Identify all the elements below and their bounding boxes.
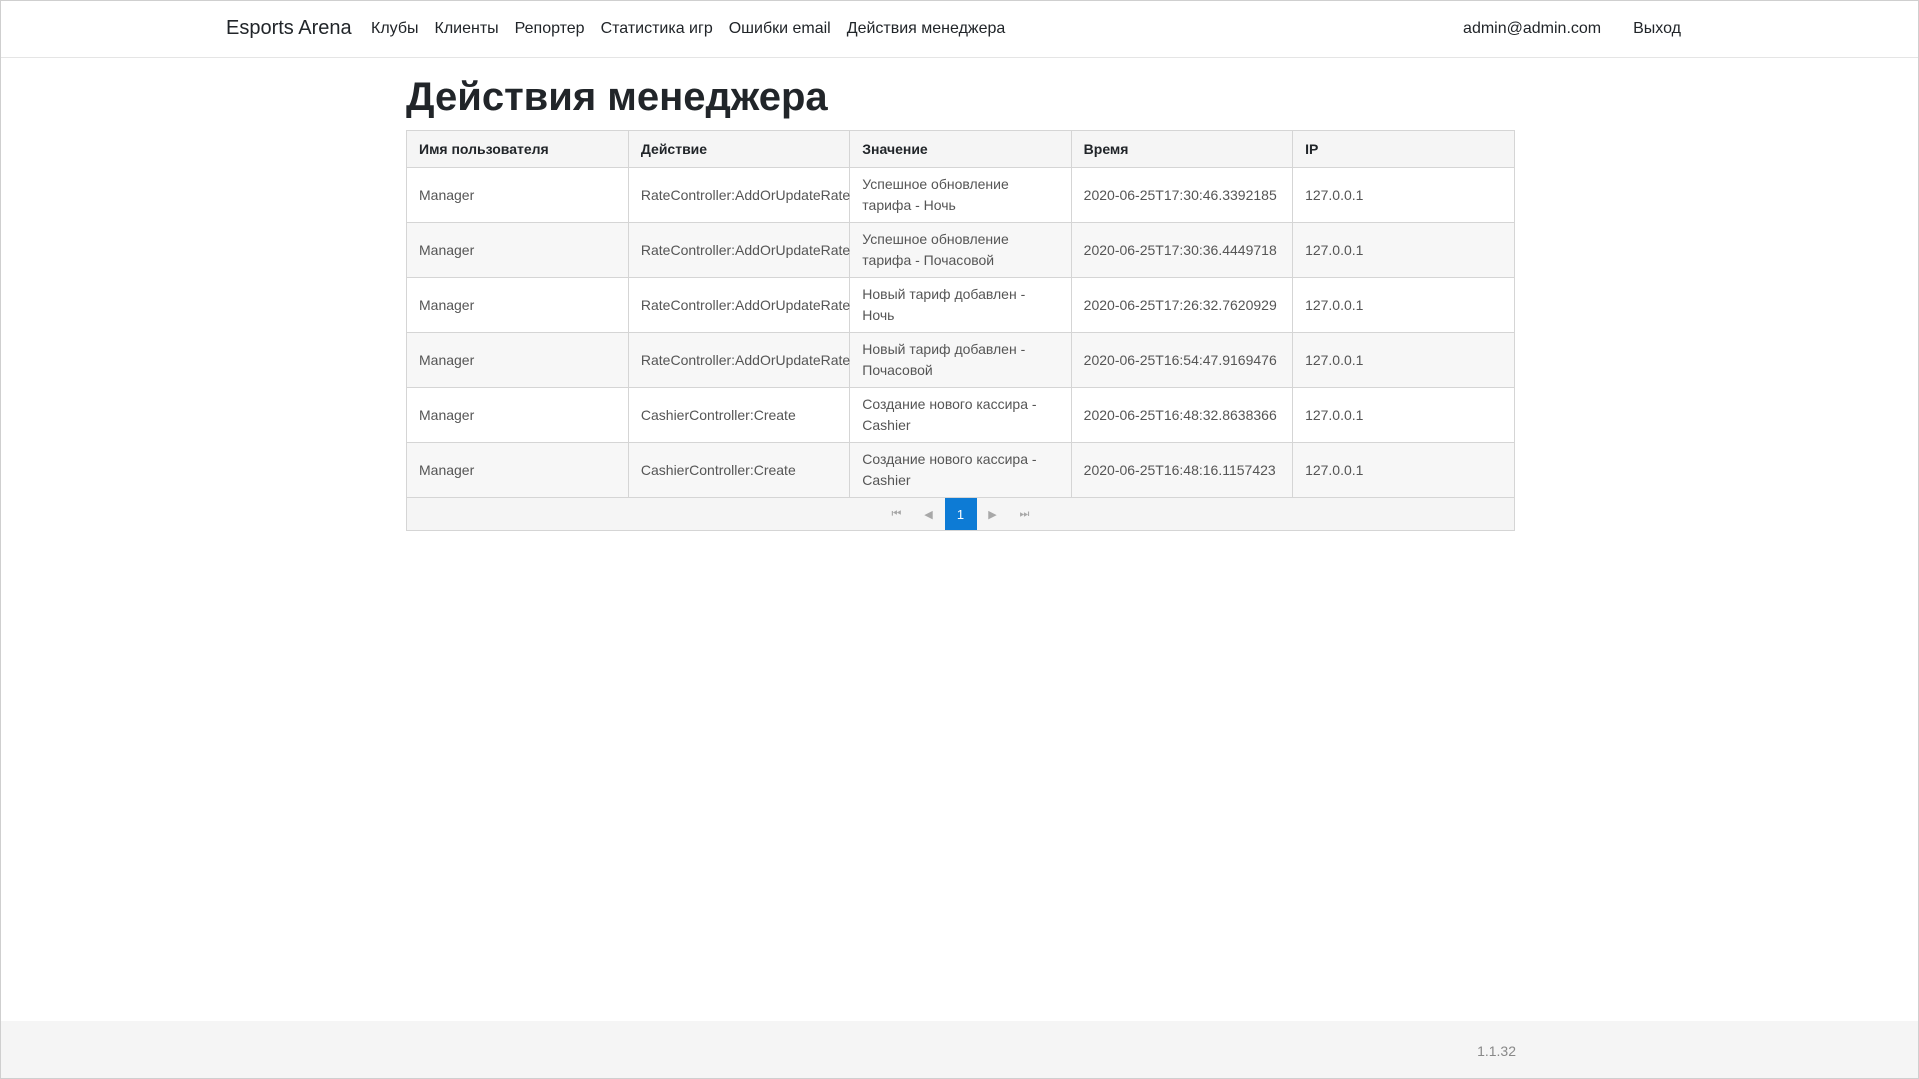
- actions-table: Имя пользователя Действие Значение Время…: [407, 131, 1514, 498]
- cell-action: RateController:AddOrUpdateRate: [628, 167, 851, 223]
- cell-ip: 127.0.0.1: [1292, 387, 1514, 443]
- cell-ip: 127.0.0.1: [1292, 442, 1514, 498]
- table-row[interactable]: Manager RateController:AddOrUpdateRate Н…: [407, 332, 1514, 388]
- cell-ip: 127.0.0.1: [1292, 332, 1514, 388]
- first-page-icon[interactable]: ⏮: [881, 498, 913, 530]
- cell-action: RateController:AddOrUpdateRate: [628, 332, 851, 388]
- cell-time: 2020-06-25T16:54:47.9169476: [1071, 332, 1294, 388]
- page-number-button[interactable]: 1: [944, 498, 977, 530]
- app-version: 1.1.32: [1477, 1043, 1516, 1059]
- table-row[interactable]: Manager RateController:AddOrUpdateRate Н…: [407, 277, 1514, 333]
- column-header-value[interactable]: Значение: [849, 131, 1072, 168]
- pager: ⏮ ◀ 1 ▶ ⏭: [407, 498, 1514, 530]
- cell-value: Новый тариф добавлен - Почасовой: [849, 332, 1072, 388]
- cell-value: Создание нового кассира - Cashier: [849, 442, 1072, 498]
- table-header-row: Имя пользователя Действие Значение Время…: [407, 131, 1514, 168]
- cell-username: Manager: [407, 387, 629, 443]
- cell-time: 2020-06-25T17:26:32.7620929: [1071, 277, 1294, 333]
- nav-link-clubs[interactable]: Клубы: [371, 20, 419, 38]
- previous-page-icon[interactable]: ◀: [913, 498, 945, 530]
- page-title: Действия менеджера: [406, 75, 828, 119]
- user-email-link[interactable]: admin@admin.com: [1463, 20, 1601, 38]
- nav-link-clients[interactable]: Клиенты: [435, 20, 499, 38]
- cell-value: Успешное обновление тарифа - Ночь: [849, 167, 1072, 223]
- cell-time: 2020-06-25T17:30:46.3392185: [1071, 167, 1294, 223]
- cell-ip: 127.0.0.1: [1292, 222, 1514, 278]
- brand-link[interactable]: Esports Arena: [226, 17, 352, 40]
- cell-value: Новый тариф добавлен - Ночь: [849, 277, 1072, 333]
- footer: 1.1.32: [1, 1021, 1918, 1078]
- nav-link-email-errors[interactable]: Ошибки email: [729, 20, 831, 38]
- table-row[interactable]: Manager RateController:AddOrUpdateRate У…: [407, 167, 1514, 223]
- nav-link-reporter[interactable]: Репортер: [515, 20, 585, 38]
- nav-link-manager-actions[interactable]: Действия менеджера: [847, 20, 1006, 38]
- cell-time: 2020-06-25T16:48:32.8638366: [1071, 387, 1294, 443]
- cell-username: Manager: [407, 332, 629, 388]
- table-row[interactable]: Manager RateController:AddOrUpdateRate У…: [407, 222, 1514, 278]
- top-navbar: Esports Arena Клубы Клиенты Репортер Ста…: [1, 1, 1918, 58]
- cell-username: Manager: [407, 442, 629, 498]
- next-page-icon[interactable]: ▶: [977, 498, 1009, 530]
- cell-username: Manager: [407, 222, 629, 278]
- cell-value: Успешное обновление тарифа - Почасовой: [849, 222, 1072, 278]
- column-header-ip[interactable]: IP: [1292, 131, 1514, 168]
- logout-link[interactable]: Выход: [1633, 20, 1681, 38]
- column-header-username[interactable]: Имя пользователя: [407, 131, 629, 168]
- cell-action: CashierController:Create: [628, 442, 851, 498]
- main-nav: Клубы Клиенты Репортер Статистика игр Ош…: [371, 20, 1021, 38]
- cell-action: RateController:AddOrUpdateRate: [628, 222, 851, 278]
- cell-ip: 127.0.0.1: [1292, 167, 1514, 223]
- column-header-time[interactable]: Время: [1071, 131, 1294, 168]
- cell-action: RateController:AddOrUpdateRate: [628, 277, 851, 333]
- column-header-action[interactable]: Действие: [628, 131, 851, 168]
- table-row[interactable]: Manager CashierController:Create Создани…: [407, 442, 1514, 498]
- last-page-icon[interactable]: ⏭: [1009, 498, 1041, 530]
- cell-ip: 127.0.0.1: [1292, 277, 1514, 333]
- cell-username: Manager: [407, 167, 629, 223]
- cell-time: 2020-06-25T17:30:36.4449718: [1071, 222, 1294, 278]
- nav-link-game-stats[interactable]: Статистика игр: [601, 20, 713, 38]
- table-row[interactable]: Manager CashierController:Create Создани…: [407, 387, 1514, 443]
- user-nav: admin@admin.com Выход: [1431, 20, 1681, 38]
- cell-value: Создание нового кассира - Cashier: [849, 387, 1072, 443]
- cell-action: CashierController:Create: [628, 387, 851, 443]
- manager-actions-grid: Имя пользователя Действие Значение Время…: [406, 130, 1515, 531]
- cell-time: 2020-06-25T16:48:16.1157423: [1071, 442, 1294, 498]
- cell-username: Manager: [407, 277, 629, 333]
